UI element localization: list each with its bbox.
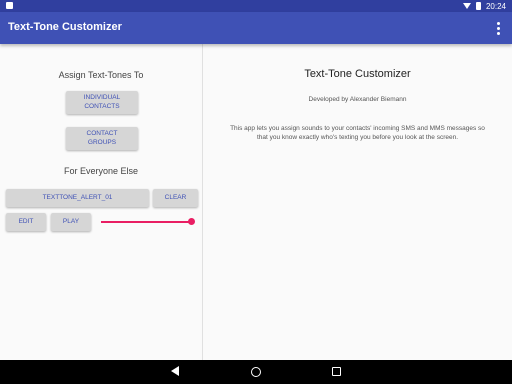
everyone-heading: For Everyone Else	[63, 166, 139, 176]
back-icon[interactable]	[171, 366, 179, 376]
play-button[interactable]: PLAY	[51, 213, 91, 231]
contact-groups-line2: GROUPS	[87, 138, 117, 146]
status-icons: 20:24	[462, 1, 506, 11]
about-title: Text-Tone Customizer	[304, 68, 411, 80]
battery-icon	[475, 2, 481, 10]
developer-credit: Developed by Alexander Biemann	[308, 96, 407, 103]
status-bar: 20:24	[0, 0, 512, 12]
recent-apps-icon[interactable]	[332, 367, 341, 376]
app-title: Text-Tone Customizer	[8, 21, 122, 33]
description-line1: This app lets you assign sounds to your …	[230, 125, 485, 132]
contact-groups-line1: CONTACT	[86, 130, 118, 138]
clear-button[interactable]: CLEAR	[153, 189, 198, 207]
wifi-icon	[462, 3, 471, 9]
notification-icon	[6, 2, 13, 9]
assign-heading: Assign Text-Tones To	[58, 70, 144, 80]
tone-select-button[interactable]: TEXTTONE_ALERT_01	[6, 189, 149, 207]
individual-contacts-line2: CONTACTS	[84, 102, 120, 110]
volume-slider[interactable]	[101, 221, 191, 223]
left-panel: Assign Text-Tones To INDIVIDUAL CONTACTS…	[0, 44, 202, 360]
app-description: This app lets you assign sounds to your …	[217, 124, 498, 142]
individual-contacts-line1: INDIVIDUAL	[83, 94, 121, 102]
contact-groups-button[interactable]: CONTACT GROUPS	[66, 127, 138, 150]
home-icon[interactable]	[251, 367, 261, 377]
edit-button[interactable]: EDIT	[6, 213, 46, 231]
individual-contacts-button[interactable]: INDIVIDUAL CONTACTS	[66, 91, 138, 114]
app-bar: Text-Tone Customizer	[0, 12, 512, 44]
description-line2: that you know exactly who's texting you …	[256, 134, 459, 142]
overflow-menu-icon[interactable]	[496, 22, 500, 35]
status-time: 20:24	[485, 1, 506, 11]
volume-slider-thumb[interactable]	[188, 218, 195, 225]
navigation-bar	[0, 360, 512, 384]
right-panel: Text-Tone Customizer Developed by Alexan…	[203, 44, 512, 360]
